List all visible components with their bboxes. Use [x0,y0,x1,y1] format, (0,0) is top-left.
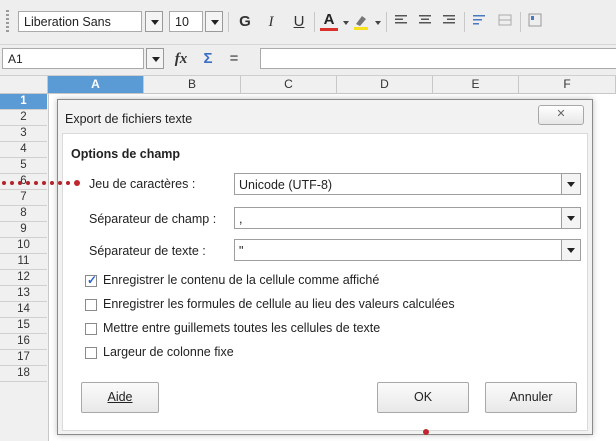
wrap-text-button[interactable] [470,12,488,32]
bold-button[interactable]: G [236,12,254,32]
font-color-button[interactable]: A [320,12,338,31]
toolbar-separator [464,12,465,32]
close-button[interactable]: ✕ [538,105,584,125]
save-formulas-checkbox[interactable] [85,299,97,311]
row-header[interactable]: 10 [0,238,47,254]
merge-cells-icon [498,14,512,26]
toolbar-separator [228,12,229,32]
top-align-button[interactable] [526,12,544,32]
chevron-down-icon[interactable] [561,240,580,260]
row-header[interactable]: 1 [0,94,47,110]
toolbar-separator [314,12,315,32]
font-size-combo[interactable]: 10 [169,11,203,32]
row-header[interactable]: 12 [0,270,47,286]
font-size-dropdown[interactable] [205,11,223,32]
close-icon: ✕ [556,108,566,120]
highlight-button[interactable] [352,12,370,32]
formula-input[interactable] [260,48,616,69]
font-color-dropdown[interactable] [343,21,349,25]
font-name-value: Liberation Sans [24,15,111,29]
save-as-shown-checkbox[interactable] [85,273,97,287]
row-header[interactable]: 14 [0,302,47,318]
row-header[interactable]: 3 [0,126,47,142]
field-separator-select[interactable]: , [234,207,581,229]
fixed-column-width-checkbox[interactable] [85,347,97,359]
wrap-text-icon [473,15,485,25]
charset-label: Jeu de caractères : [89,177,196,191]
chevron-down-icon[interactable] [561,208,580,228]
export-text-dialog: Export de fichiers texte ✕ Options de ch… [57,99,593,435]
align-top-icon [528,13,542,27]
column-header-row: A B C D E F [0,76,616,94]
formula-bar: A1 fx Σ = [0,45,616,76]
formatting-toolbar: Liberation Sans 10 G I U A [0,0,616,45]
column-header[interactable]: F [519,76,616,93]
row-header[interactable]: 6 [0,174,47,190]
name-box[interactable]: A1 [2,48,144,69]
row-header[interactable]: 8 [0,206,47,222]
align-left-icon [395,15,407,24]
italic-button[interactable]: I [262,12,280,32]
column-header[interactable]: B [144,76,241,93]
text-separator-select[interactable]: " [234,239,581,261]
merge-cells-button[interactable] [496,12,514,32]
field-separator-value: , [239,212,243,226]
row-header[interactable]: 4 [0,142,47,158]
dialog-title: Export de fichiers texte [65,112,193,126]
row-header[interactable]: 9 [0,222,47,238]
cell-reference: A1 [8,52,23,66]
row-header[interactable]: 17 [0,350,47,366]
row-header[interactable]: 16 [0,334,47,350]
align-right-icon [443,15,455,24]
help-button[interactable]: Aide [81,382,159,413]
row-header[interactable]: 2 [0,110,47,126]
save-formulas-label[interactable]: Enregistrer les formules de cellule au l… [103,297,455,311]
name-box-dropdown[interactable] [146,48,164,69]
toolbar-separator [386,12,387,32]
font-name-dropdown[interactable] [145,11,163,32]
row-header[interactable]: 13 [0,286,47,302]
row-header[interactable]: 7 [0,190,47,206]
sum-button[interactable]: Σ [198,49,218,69]
fixed-column-width-label[interactable]: Largeur de colonne fixe [103,345,234,359]
font-name-combo[interactable]: Liberation Sans [18,11,142,32]
field-separator-label: Séparateur de champ : [89,212,217,226]
ok-button[interactable]: OK [377,382,469,413]
toolbar-separator [520,12,521,32]
font-size-value: 10 [175,15,189,29]
column-header[interactable]: C [241,76,337,93]
chevron-down-icon[interactable] [561,174,580,194]
align-center-button[interactable] [416,12,434,32]
highlight-dropdown[interactable] [375,21,381,25]
charset-select[interactable]: Unicode (UTF-8) [234,173,581,195]
align-left-button[interactable] [392,12,410,32]
align-right-button[interactable] [440,12,458,32]
column-header[interactable]: E [433,76,519,93]
charset-value: Unicode (UTF-8) [239,178,333,192]
section-title: Options de champ [71,147,181,161]
column-header[interactable]: A [48,76,144,93]
text-separator-label: Séparateur de texte : [89,244,206,258]
quote-text-cells-checkbox[interactable] [85,323,97,335]
select-all-corner[interactable] [0,76,48,93]
function-wizard-button[interactable]: fx [170,49,192,69]
toolbar-grip[interactable] [6,10,9,32]
highlight-icon [354,16,368,30]
save-as-shown-label[interactable]: Enregistrer le contenu de la cellule com… [103,273,379,287]
row-header[interactable]: 18 [0,366,47,382]
row-header-column: 1 2 3 4 5 6 7 8 9 10 11 12 13 14 15 16 1… [0,94,49,441]
formula-button[interactable]: = [224,49,244,69]
align-center-icon [419,15,431,24]
row-header[interactable]: 11 [0,254,47,270]
quote-text-cells-label[interactable]: Mettre entre guillemets toutes les cellu… [103,321,380,335]
underline-button[interactable]: U [290,12,308,32]
row-header[interactable]: 5 [0,158,47,174]
column-header[interactable]: D [337,76,433,93]
row-header[interactable]: 15 [0,318,47,334]
text-separator-value: " [239,244,244,258]
cancel-button[interactable]: Annuler [485,382,577,413]
